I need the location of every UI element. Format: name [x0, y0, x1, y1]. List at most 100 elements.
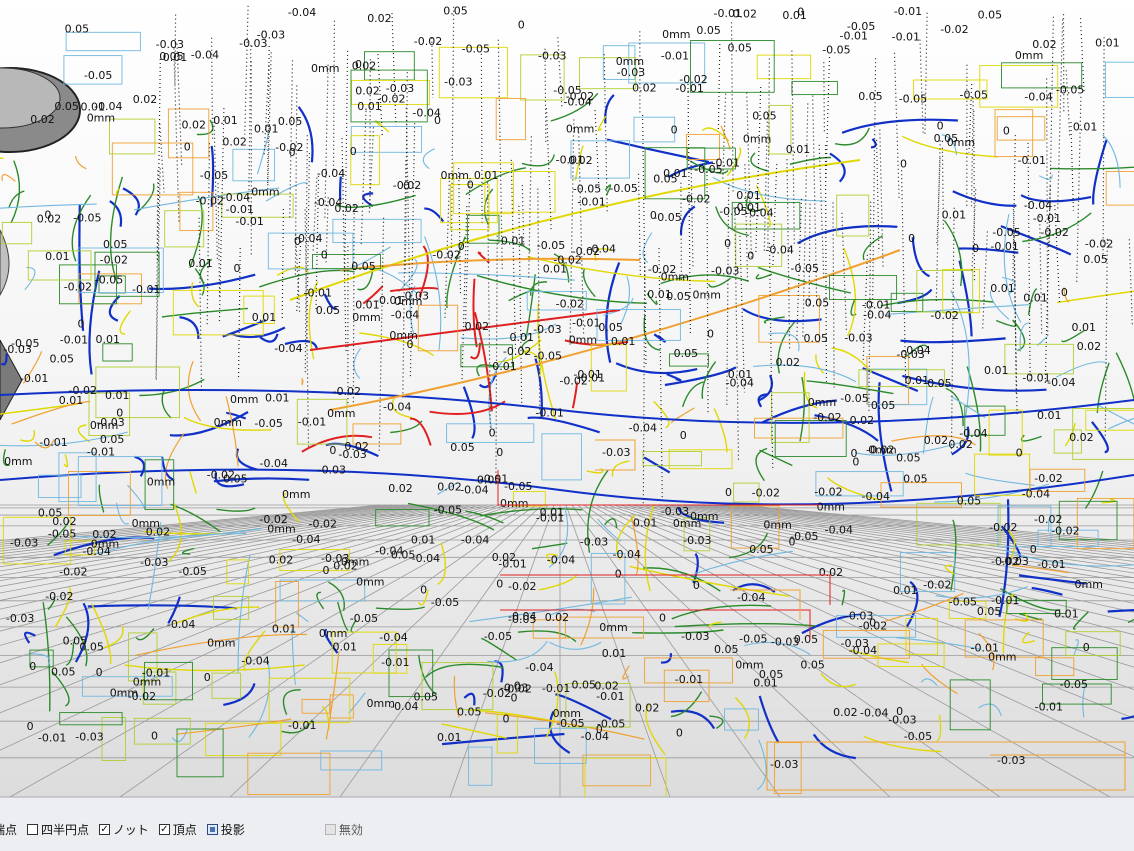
- dimension-label: 0.05: [728, 41, 753, 54]
- dimension-label: -0.03: [841, 637, 869, 650]
- dimension-label: -0.01: [132, 283, 160, 296]
- curve-segment: [995, 319, 1017, 327]
- dimension-label: 0.02: [222, 136, 247, 149]
- dimension-label: -0.04: [825, 523, 853, 536]
- dimension-label: 0.01: [213, 114, 238, 127]
- dimension-label: 0.01: [984, 364, 1009, 377]
- curve-segment: [701, 361, 717, 399]
- dimension-label: -0.05: [653, 211, 681, 224]
- dimension-box: [642, 451, 702, 467]
- dimension-label: 0: [350, 145, 357, 158]
- dimension-label: 0: [503, 713, 510, 726]
- snap-vertex[interactable]: 頂点: [158, 821, 197, 838]
- dimension-label: 0.05: [714, 643, 739, 656]
- dotted-leader: [155, 170, 159, 380]
- curve-segment: [611, 460, 630, 477]
- dimension-label: -0.01: [892, 31, 920, 44]
- dimension-box: [332, 218, 422, 244]
- curve-segment: [375, 606, 425, 611]
- dimension-label: 0: [323, 564, 330, 577]
- dimension-label: -0.01: [542, 682, 570, 695]
- dimension-label: -0.05: [992, 226, 1020, 239]
- dimension-label: 0: [151, 729, 158, 742]
- dimension-label: 0mm: [394, 295, 422, 308]
- dotted-leader: [157, 58, 161, 261]
- curve-segment: [920, 678, 938, 686]
- dotted-leader: [717, 43, 721, 130]
- dimension-box: [275, 581, 299, 628]
- curve-segment: [223, 683, 256, 706]
- dimension-label: -0.01: [535, 407, 563, 420]
- dimension-label: 0.02: [1032, 38, 1057, 51]
- dimension-label: -0.04: [525, 661, 553, 674]
- dimension-label: 0mm: [500, 497, 528, 510]
- dotted-leader: [173, 48, 180, 222]
- dimension-label: -0.02: [59, 566, 87, 579]
- dimension-label: -0.05: [178, 565, 206, 578]
- dimension-label: -0.05: [462, 43, 490, 56]
- dimension-label: -0.04: [292, 533, 320, 546]
- dimension-label: -0.04: [294, 232, 322, 245]
- dimension-label: 0: [467, 178, 474, 191]
- dimension-label: 0.05: [871, 399, 896, 412]
- curve-segment: [487, 640, 548, 663]
- curve-segment: [604, 94, 615, 124]
- snap-knot-checkbox[interactable]: [99, 823, 111, 835]
- dimension-label: 0mm: [133, 676, 161, 689]
- dimension-label: -0.02: [648, 263, 676, 276]
- dimension-label: -0.04: [629, 421, 657, 434]
- curve-segment: [390, 420, 423, 434]
- snap-quad[interactable]: 四半円点: [27, 821, 89, 838]
- dimension-label: 0: [329, 444, 336, 457]
- svg-text:-0.05: -0.05: [508, 613, 536, 626]
- curve-segment: [353, 347, 362, 379]
- curve-segment: [1107, 609, 1134, 613]
- dotted-leader: [402, 160, 407, 399]
- dotted-leader: [198, 217, 203, 394]
- dotted-leader: [213, 117, 218, 261]
- dimension-label: -0.01: [38, 732, 66, 745]
- snap-disable[interactable]: 無効: [324, 821, 363, 838]
- dimension-label: -0.04: [726, 376, 754, 389]
- dimension-label: -0.01: [661, 50, 689, 63]
- dimension-label: 0: [1083, 641, 1090, 654]
- dimension-label: 0.01: [333, 641, 358, 654]
- dimension-label: -0.04: [383, 400, 411, 413]
- viewport-canvas[interactable]: 0 -0.01 -0.04 0 0.01 0 0.01 0.05 0mm -0.05 0.05 -0.…: [0, 0, 1134, 797]
- snap-vertex-checkbox[interactable]: [158, 823, 170, 835]
- dimension-label: 0.01: [1023, 292, 1048, 305]
- snap-project[interactable]: 投影: [206, 821, 245, 838]
- dimension-label: -0.03: [844, 331, 872, 344]
- snap-project-checkbox[interactable]: [206, 823, 218, 835]
- dimension-label: 0: [29, 660, 36, 673]
- dimension-label: -0.03: [140, 556, 168, 569]
- dotted-leader: [281, 208, 284, 320]
- dimension-label: 0: [289, 146, 296, 159]
- snap-knot[interactable]: ノット: [99, 821, 149, 838]
- dimension-label: 0.05: [800, 659, 825, 672]
- snap-disable-checkbox[interactable]: [324, 823, 336, 835]
- dimension-label: 0.02: [819, 566, 844, 579]
- dimension-label: 0.05: [927, 377, 952, 390]
- dotted-leader: [936, 158, 941, 246]
- dimension-label: -0.04: [288, 6, 316, 19]
- dimension-label: 0mm: [553, 707, 581, 720]
- curve-segment: [615, 362, 698, 375]
- dimension-label: -0.02: [503, 683, 531, 696]
- dimension-label: -0.02: [923, 578, 951, 591]
- dimension-label: -0.03: [1000, 555, 1028, 568]
- grid-line: [727, 504, 1134, 547]
- dimension-label: 0mm: [147, 476, 175, 489]
- dimension-label: -0.02: [309, 518, 337, 531]
- snap-endpoint[interactable]: 端点: [0, 821, 17, 838]
- curve-segment: [1020, 434, 1042, 442]
- curve-segment: [235, 448, 258, 471]
- snap-quad-checkbox[interactable]: [27, 823, 39, 835]
- perspective-viewport[interactable]: 0 -0.01 -0.04 0 0.01 0 0.01 0.05 0mm -0.05 0.05 -0.…: [0, 0, 1134, 797]
- dimension-label: 0mm: [230, 393, 258, 406]
- dimension-label: -0.02: [1051, 524, 1079, 537]
- dimension-label: 0.05: [450, 441, 475, 454]
- curve-segment: [1019, 322, 1030, 352]
- curve-segment: [756, 739, 767, 791]
- dimension-label: 0: [434, 114, 441, 127]
